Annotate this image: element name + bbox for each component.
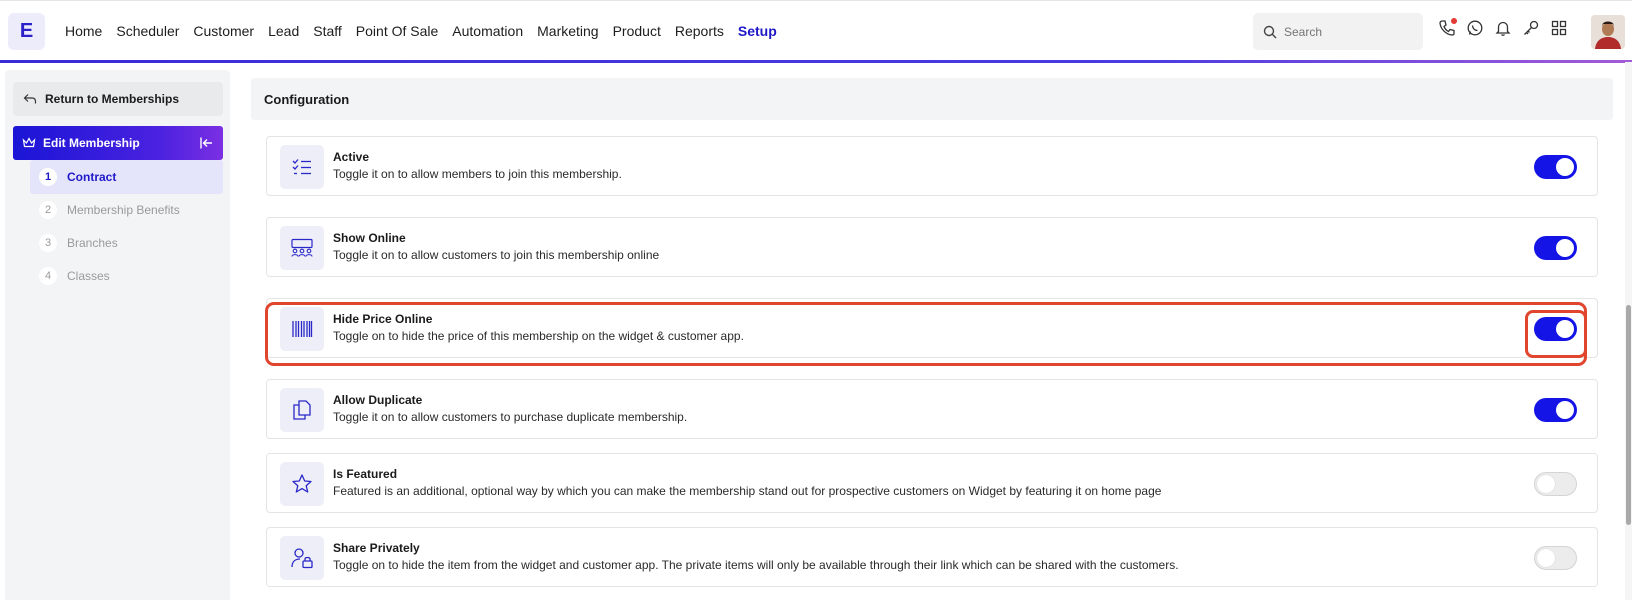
step-branches[interactable]: 3 Branches <box>30 226 223 260</box>
nav-scheduler[interactable]: Scheduler <box>116 23 179 39</box>
row-description: Toggle it on to allow customers to purch… <box>333 410 688 424</box>
nav-point-of-sale[interactable]: Point Of Sale <box>356 23 439 39</box>
crown-icon <box>22 137 36 148</box>
main-nav: Home Scheduler Customer Lead Staff Point… <box>65 1 777 61</box>
config-row-active: Active Toggle it on to allow members to … <box>266 136 1598 196</box>
whatsapp-icon[interactable] <box>1466 19 1484 37</box>
row-title: Active <box>333 150 370 164</box>
row-title: Show Online <box>333 231 406 245</box>
nav-automation[interactable]: Automation <box>452 23 523 39</box>
checklist-icon <box>280 145 324 189</box>
star-icon <box>280 462 324 506</box>
apps-grid-icon[interactable] <box>1550 19 1568 37</box>
share-privately-toggle[interactable] <box>1534 546 1577 570</box>
search-box[interactable] <box>1253 13 1423 50</box>
edit-membership-label: Edit Membership <box>43 136 140 150</box>
collapse-sidebar-icon[interactable] <box>198 135 214 151</box>
header-icons <box>1438 18 1568 37</box>
private-user-icon <box>280 536 324 580</box>
row-title: Is Featured <box>333 467 398 481</box>
sidebar: Return to Memberships Edit Membership 1 … <box>5 70 230 600</box>
duplicate-icon <box>280 388 324 432</box>
step-classes[interactable]: 4 Classes <box>30 259 223 293</box>
main-content: Configuration Active Toggle it on to all… <box>238 70 1618 600</box>
config-row-show-online: Show Online Toggle it on to allow custom… <box>266 217 1598 277</box>
audience-icon <box>280 226 324 270</box>
row-title: Allow Duplicate <box>333 393 423 407</box>
barcode-icon <box>280 307 324 351</box>
hide-price-online-toggle[interactable] <box>1534 317 1577 341</box>
top-navbar: E Home Scheduler Customer Lead Staff Poi… <box>0 0 1632 63</box>
show-online-toggle[interactable] <box>1534 236 1577 260</box>
back-arrow-icon <box>23 94 37 104</box>
phone-icon[interactable] <box>1438 18 1457 37</box>
step-membership-benefits[interactable]: 2 Membership Benefits <box>30 193 223 227</box>
row-description: Toggle on to hide the price of this memb… <box>333 329 744 343</box>
nav-customer[interactable]: Customer <box>193 23 254 39</box>
row-title: Hide Price Online <box>333 312 433 326</box>
step-label: Classes <box>67 269 110 283</box>
nav-staff[interactable]: Staff <box>313 23 342 39</box>
return-label: Return to Memberships <box>45 92 180 106</box>
row-description: Toggle it on to allow customers to join … <box>333 248 660 262</box>
step-label: Branches <box>67 236 118 250</box>
nav-marketing[interactable]: Marketing <box>537 23 598 39</box>
row-description: Featured is an additional, optional way … <box>333 484 1162 498</box>
step-number: 3 <box>39 234 57 252</box>
nav-product[interactable]: Product <box>613 23 661 39</box>
is-featured-toggle[interactable] <box>1534 472 1577 496</box>
step-number: 4 <box>39 267 57 285</box>
bell-icon[interactable] <box>1494 19 1512 37</box>
app-logo[interactable]: E <box>8 13 45 50</box>
nav-setup[interactable]: Setup <box>738 23 777 39</box>
allow-duplicate-toggle[interactable] <box>1534 398 1577 422</box>
config-row-allow-duplicate: Allow Duplicate Toggle it on to allow cu… <box>266 379 1598 439</box>
key-icon[interactable] <box>1522 19 1540 37</box>
edit-membership-header[interactable]: Edit Membership <box>13 126 223 160</box>
nav-reports[interactable]: Reports <box>675 23 724 39</box>
return-to-memberships-button[interactable]: Return to Memberships <box>13 82 223 116</box>
search-icon <box>1263 25 1277 38</box>
configuration-header: Configuration <box>251 78 1613 120</box>
config-row-share-privately: Share Privately Toggle on to hide the it… <box>266 527 1598 587</box>
row-description: Toggle on to hide the item from the widg… <box>333 558 1179 572</box>
avatar[interactable] <box>1591 15 1625 49</box>
scrollbar-thumb[interactable] <box>1626 305 1631 525</box>
step-label: Contract <box>67 170 117 184</box>
step-number: 2 <box>39 201 57 219</box>
step-number: 1 <box>39 168 57 186</box>
row-title: Share Privately <box>333 541 420 555</box>
row-description: Toggle it on to allow members to join th… <box>333 167 622 181</box>
step-label: Membership Benefits <box>67 203 180 217</box>
step-contract[interactable]: 1 Contract <box>30 160 223 194</box>
navbar-accent-line <box>0 60 1632 63</box>
nav-home[interactable]: Home <box>65 23 102 39</box>
nav-lead[interactable]: Lead <box>268 23 299 39</box>
config-row-hide-price-online: Hide Price Online Toggle on to hide the … <box>266 298 1598 358</box>
notification-dot <box>1451 18 1457 24</box>
config-row-is-featured: Is Featured Featured is an additional, o… <box>266 453 1598 513</box>
search-input[interactable] <box>1284 24 1404 39</box>
active-toggle[interactable] <box>1534 155 1577 179</box>
